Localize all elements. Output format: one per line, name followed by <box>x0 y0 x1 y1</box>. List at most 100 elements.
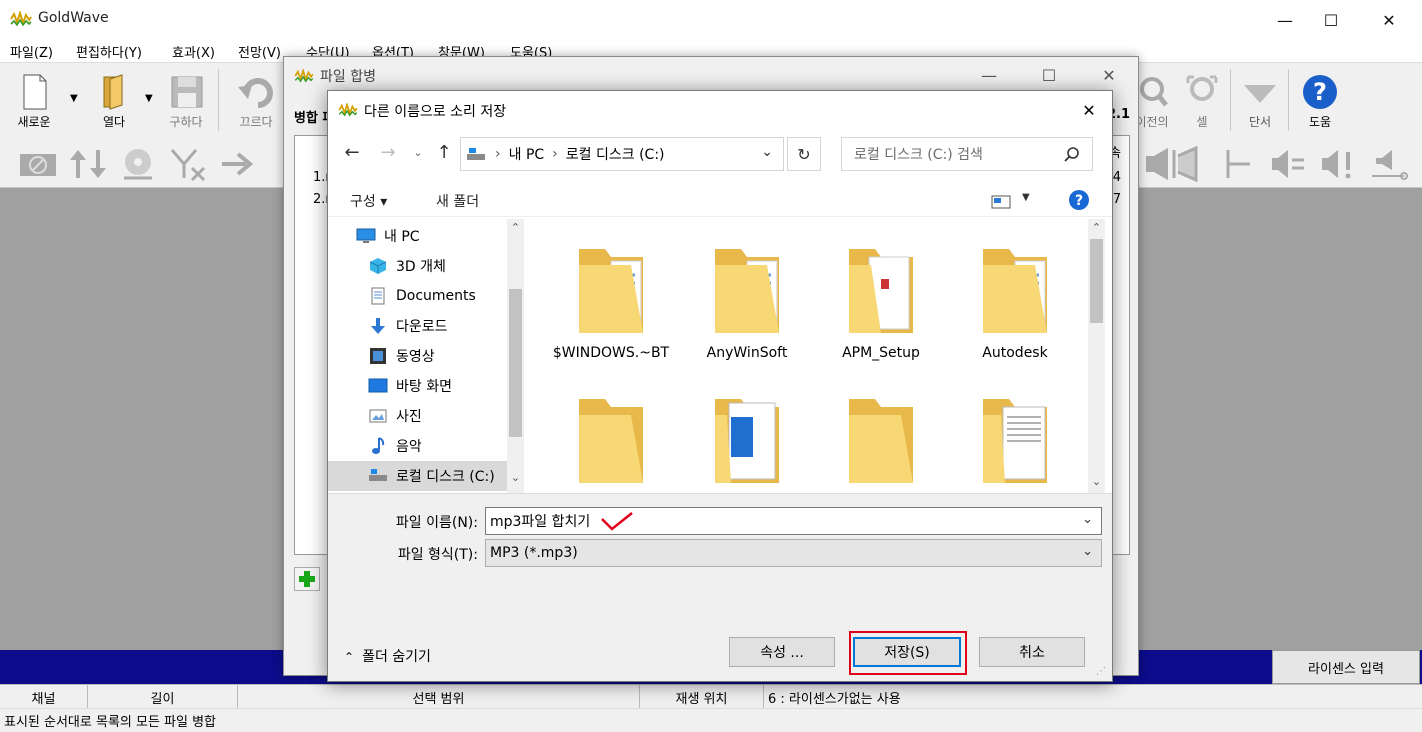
status-hint: 표시된 순서대로 목록의 모든 파일 병합 <box>0 708 1422 732</box>
scroll-down-icon[interactable]: ⌄ <box>507 469 523 486</box>
search-icon <box>1064 147 1079 162</box>
filename-dropdown-icon[interactable]: ⌄ <box>1082 512 1093 527</box>
speaker-equal-icon[interactable] <box>1268 146 1308 182</box>
nav-item-this-pc[interactable]: 내 PC <box>356 221 523 251</box>
status-selection: 선택 범위 <box>238 685 640 709</box>
hide-folders-button[interactable]: ⌃ 폴더 숨기기 <box>344 646 431 666</box>
close-button[interactable]: ✕ <box>1366 0 1412 40</box>
status-position: 재생 위치 <box>640 685 764 709</box>
forward-arrow-icon[interactable]: → <box>376 141 400 165</box>
nav-item-3d-objects[interactable]: 3D 개체 <box>368 251 523 281</box>
maximize-button[interactable]: ☐ <box>1308 0 1354 40</box>
license-button[interactable]: 라이센스 입력 <box>1272 650 1420 684</box>
open-button[interactable]: 열다 <box>84 69 144 135</box>
nav-item-desktop[interactable]: 바탕 화면 <box>368 371 523 401</box>
back-arrow-icon[interactable]: ← <box>340 141 364 165</box>
filetype-select[interactable]: MP3 (*.mp3) ⌄ <box>485 539 1102 567</box>
drag-button[interactable]: 끄르다 <box>226 69 286 135</box>
recent-dropdown-icon[interactable]: ⌄ <box>406 141 430 165</box>
open-dropdown-icon[interactable]: ▼ <box>145 93 153 104</box>
cell-label: 셀 <box>1196 115 1208 129</box>
breadcrumb-this-pc[interactable]: 내 PC <box>509 144 545 164</box>
filetype-dropdown-icon[interactable]: ⌄ <box>1082 544 1093 559</box>
nav-item-music[interactable]: 음악 <box>368 431 523 461</box>
speaker-alert-icon[interactable] <box>1318 146 1358 182</box>
speaker-wave-icon[interactable] <box>1368 146 1408 182</box>
breadcrumb-local-disk[interactable]: 로컬 디스크 (C:) <box>566 144 665 164</box>
scroll-thumb[interactable] <box>509 289 522 437</box>
minimize-button[interactable]: — <box>1262 0 1308 40</box>
menu-edit[interactable]: 편집하다(Y) <box>76 42 142 61</box>
folder-item[interactable] <box>548 369 674 493</box>
file-view-scrollbar[interactable]: ⌃ ⌄ <box>1088 219 1105 493</box>
scroll-up-icon[interactable]: ⌃ <box>1088 219 1105 236</box>
scroll-down-icon[interactable]: ⌄ <box>1088 473 1105 490</box>
close-icon: ✕ <box>1102 65 1116 85</box>
speaker-3-icon[interactable] <box>1220 146 1260 182</box>
folder-item[interactable]: $WINDOWS.~BT <box>548 219 674 369</box>
highlight-box <box>849 631 967 675</box>
volume-arrows-icon[interactable] <box>68 146 108 182</box>
status-length: 길이 <box>88 685 238 709</box>
nav-item-videos[interactable]: 동영상 <box>368 341 523 371</box>
save-toolbar-button[interactable]: 구하다 <box>156 69 216 135</box>
desktop-icon <box>368 378 388 393</box>
merge-maximize-button[interactable]: ☐ <box>1026 57 1072 93</box>
folder-item[interactable]: Autodesk <box>952 219 1078 369</box>
clip-button[interactable]: 단서 <box>1230 69 1290 135</box>
minimize-icon: — <box>981 65 997 85</box>
help-toolbar-button[interactable]: ? 도움 <box>1290 69 1350 135</box>
resize-grip-icon[interactable]: ⋰ <box>1096 666 1106 677</box>
nav-pane-scrollbar[interactable]: ⌃ ⌄ <box>507 219 523 493</box>
help-icon: ? <box>1303 75 1337 109</box>
merge-minimize-button[interactable]: — <box>966 57 1012 93</box>
svg-text:?: ? <box>1313 78 1327 106</box>
nav-item-documents[interactable]: Documents <box>368 281 523 311</box>
filename-input[interactable]: mp3파일 합치기 ⌄ <box>485 507 1102 535</box>
new-folder-button[interactable]: 새 폴더 <box>436 191 479 211</box>
view-dropdown-icon[interactable]: ▼ <box>1022 192 1030 203</box>
search-box[interactable]: 로컬 디스크 (C:) 검색 <box>841 137 1093 171</box>
forward-icon[interactable] <box>218 146 258 182</box>
save-dialog-title: 다른 이름으로 소리 저장 <box>364 104 507 120</box>
new-button[interactable]: 새로운 <box>4 69 64 135</box>
merge-close-button[interactable]: ✕ <box>1086 57 1132 93</box>
attributes-button[interactable]: 속성 ... <box>729 637 835 667</box>
up-arrow-icon[interactable]: ↑ <box>432 141 456 165</box>
folder-item[interactable] <box>818 369 944 493</box>
refresh-icon: ↻ <box>797 144 811 164</box>
filter-icon[interactable] <box>168 146 208 182</box>
address-dropdown-icon[interactable]: ⌄ <box>761 144 773 160</box>
nav-item-label: 로컬 디스크 (C:) <box>396 469 495 485</box>
save-dialog-close-button[interactable]: ✕ <box>1066 91 1112 129</box>
stop-icon[interactable] <box>18 146 58 182</box>
menu-view[interactable]: 전망(V) <box>238 42 281 61</box>
nav-item-local-disk[interactable]: 로컬 디스크 (C:) <box>328 461 508 491</box>
folder-name: Autodesk <box>982 345 1048 361</box>
scroll-thumb[interactable] <box>1090 239 1103 323</box>
breadcrumb-separator: › <box>495 146 501 162</box>
menu-file[interactable]: 파일(Z) <box>10 42 53 61</box>
nav-item-downloads[interactable]: 다운로드 <box>368 311 523 341</box>
folder-item[interactable]: AnyWinSoft <box>684 219 810 369</box>
cd-icon[interactable] <box>118 146 158 182</box>
filetype-label: 파일 형식(T): <box>397 547 478 563</box>
folder-item[interactable] <box>684 369 810 493</box>
cancel-button[interactable]: 취소 <box>979 637 1085 667</box>
cell-button[interactable]: 셀 <box>1172 69 1232 135</box>
folder-item[interactable]: APM_Setup <box>818 219 944 369</box>
nav-item-pictures[interactable]: 사진 <box>368 401 523 431</box>
address-bar[interactable]: › 내 PC › 로컬 디스크 (C:) ⌄ <box>460 137 784 171</box>
new-dropdown-icon[interactable]: ▼ <box>70 93 78 104</box>
plus-icon <box>299 571 315 587</box>
merge-add-button[interactable] <box>294 567 320 591</box>
scroll-up-icon[interactable]: ⌃ <box>507 219 523 236</box>
save-dialog-titlebar: 다른 이름으로 소리 저장 ✕ <box>328 91 1112 129</box>
organize-button[interactable]: 구성 ▾ <box>350 191 387 211</box>
folder-item[interactable] <box>952 369 1078 493</box>
view-options-icon[interactable] <box>991 195 1011 209</box>
help-icon[interactable]: ? <box>1068 189 1090 211</box>
speaker-2-icon[interactable] <box>1168 146 1208 182</box>
menu-effects[interactable]: 효과(X) <box>172 42 215 61</box>
refresh-button[interactable]: ↻ <box>787 137 821 171</box>
